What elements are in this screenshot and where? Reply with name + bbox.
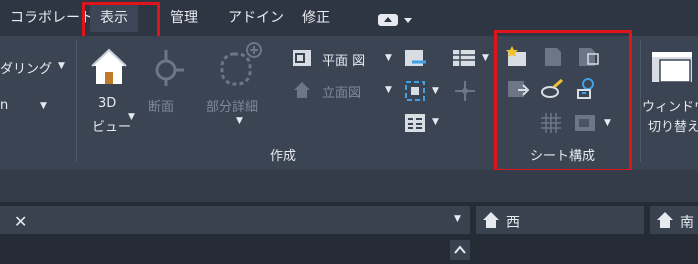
scope-box-icon[interactable] — [404, 80, 426, 106]
legend-icon[interactable] — [404, 112, 426, 138]
tab-manage[interactable]: 管理 — [170, 4, 198, 32]
render-dropdown-icon[interactable]: ▼ — [58, 61, 65, 71]
callout-detail-icon[interactable] — [216, 40, 264, 94]
legend-dropdown-icon[interactable]: ▼ — [432, 117, 439, 127]
close-pane-icon[interactable]: ✕ — [14, 212, 27, 231]
tab-addins[interactable]: アドイン — [228, 4, 284, 32]
house-view-icon — [656, 211, 674, 233]
tab-modify[interactable]: 修正 — [302, 4, 330, 32]
section-icon[interactable] — [146, 46, 186, 92]
plan-view-icon[interactable] — [292, 48, 312, 72]
elevation-view-icon[interactable] — [292, 80, 312, 104]
view3d-dropdown-icon[interactable]: ▼ — [128, 112, 135, 122]
plan-view-label[interactable]: 平面 図 — [322, 50, 365, 69]
switch-window-label-line2[interactable]: 切り替え — [648, 116, 698, 135]
plan-view-dropdown-icon[interactable]: ▼ — [385, 53, 392, 63]
view-tab-west[interactable] — [476, 206, 644, 234]
move-crosshair-icon[interactable] — [454, 80, 476, 106]
left-cut-button-label[interactable]: n — [0, 98, 8, 113]
panel-separator — [76, 40, 77, 162]
house-view-icon — [482, 211, 500, 233]
render-button-label[interactable]: ダリング — [0, 58, 52, 77]
view-tab-south-label[interactable]: 南 — [680, 212, 694, 232]
detail-dropdown-icon[interactable]: ▼ — [236, 116, 243, 126]
scope-box-dropdown-icon[interactable]: ▼ — [432, 86, 439, 96]
elevation-view-label[interactable]: 立面図 — [322, 82, 361, 101]
highlight-sheet-panel — [494, 30, 632, 172]
view-tab-west-label[interactable]: 西 — [506, 212, 520, 232]
options-bar — [0, 170, 698, 202]
contextual-tab-dropdown-icon[interactable] — [378, 12, 414, 31]
view3d-label-line1[interactable]: 3D — [98, 96, 116, 111]
pane-menu-dropdown-icon[interactable]: ▼ — [454, 214, 461, 224]
view3d-label-line2[interactable]: ビュー — [92, 116, 131, 135]
detail-label[interactable]: 部分詳細 — [206, 96, 258, 115]
scroll-up-button[interactable] — [450, 240, 470, 264]
panel-separator — [640, 40, 641, 162]
schedule-dropdown-icon[interactable]: ▼ — [482, 53, 489, 63]
left-cut-dropdown-icon[interactable]: ▼ — [40, 101, 47, 111]
section-label[interactable]: 断面 — [148, 96, 174, 115]
switch-window-icon[interactable] — [650, 44, 698, 94]
properties-pane-header — [0, 206, 470, 234]
switch-window-label-line1[interactable]: ウィンドウ — [642, 96, 698, 115]
create-panel-label: 作成 — [270, 149, 297, 164]
plan-region-icon[interactable] — [404, 48, 428, 72]
schedule-icon[interactable] — [452, 48, 476, 72]
elevation-dropdown-icon[interactable]: ▼ — [385, 85, 392, 95]
house-3d-view-icon[interactable] — [88, 46, 130, 92]
